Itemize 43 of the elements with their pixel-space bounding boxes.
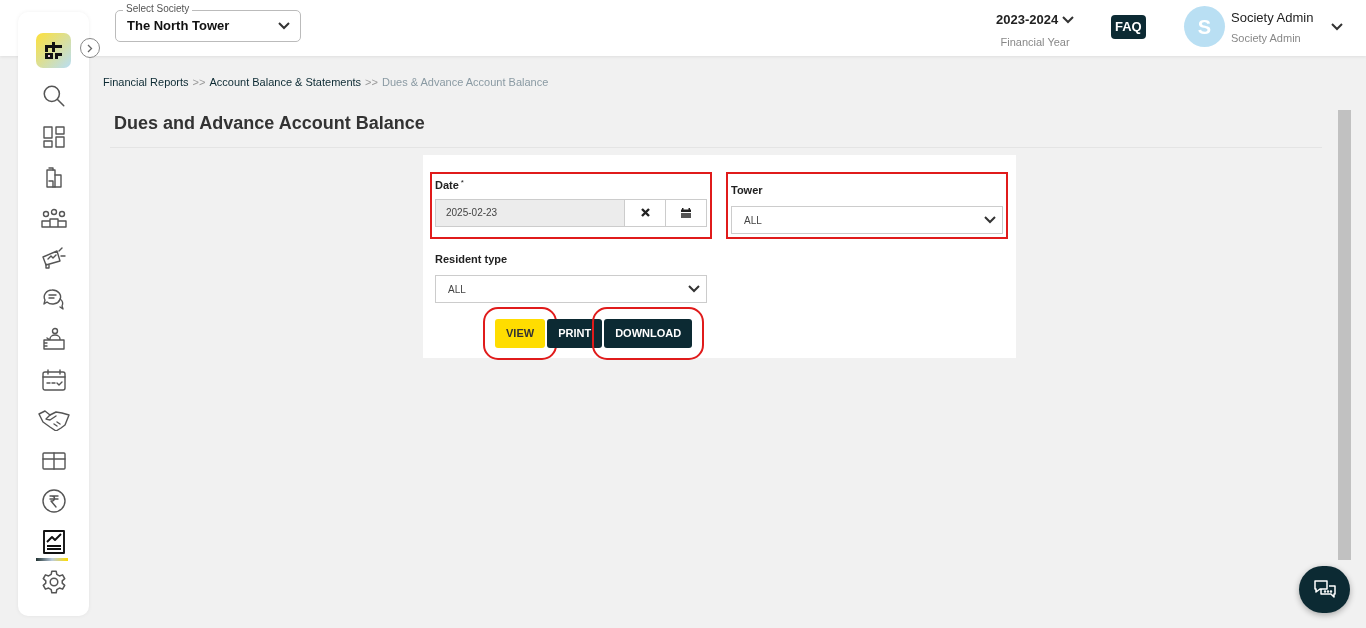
settings-icon[interactable] — [40, 569, 67, 596]
field-label: Tower — [731, 184, 763, 196]
people-icon[interactable] — [40, 207, 67, 228]
calendar-icon[interactable] — [41, 368, 66, 391]
gift-box-icon[interactable] — [41, 451, 66, 470]
print-button[interactable]: PRINT — [547, 319, 603, 348]
select-label: Select Society — [123, 4, 193, 14]
breadcrumb-separator: >> — [365, 76, 378, 88]
chevron-down-icon — [984, 216, 996, 224]
megaphone-icon[interactable] — [40, 246, 67, 271]
chat-support-button[interactable] — [1299, 566, 1350, 613]
user-role: Society Admin — [1231, 30, 1302, 46]
chat-icon — [1312, 578, 1337, 601]
breadcrumb-separator: >> — [192, 76, 206, 88]
handshake-icon[interactable] — [37, 409, 70, 432]
app-logo[interactable] — [36, 33, 71, 68]
chevron-down-icon — [1331, 23, 1343, 31]
dashboard-icon[interactable] — [42, 125, 65, 148]
active-indicator — [36, 558, 68, 561]
financial-year-select[interactable]: 2023-2024 — [996, 10, 1059, 30]
download-button[interactable]: DOWNLOAD — [604, 319, 693, 348]
breadcrumb-link[interactable]: Financial Reports — [103, 76, 189, 88]
logo-mark-icon — [45, 42, 62, 59]
tower-select[interactable]: ALL — [731, 206, 1003, 234]
report-chart-icon[interactable] — [42, 529, 65, 554]
page-title: Dues and Advance Account Balance — [114, 112, 425, 135]
reception-desk-icon[interactable] — [40, 327, 67, 352]
rupee-icon[interactable] — [40, 488, 67, 515]
chevron-down-icon — [278, 22, 290, 30]
breadcrumb-link[interactable]: Account Balance & Statements — [209, 76, 362, 88]
chevron-down-icon — [1062, 15, 1075, 24]
chevron-right-icon — [87, 43, 93, 53]
required-mark: * — [460, 177, 464, 189]
financial-year-caption: Financial Year — [1000, 34, 1070, 50]
field-label: Resident type — [435, 253, 508, 265]
chevron-down-icon — [688, 285, 700, 293]
faq-button[interactable]: FAQ — [1111, 15, 1146, 39]
view-button[interactable]: VIEW — [495, 319, 546, 348]
building-icon[interactable] — [44, 166, 63, 189]
user-name: Society Admin — [1231, 9, 1314, 27]
resident-type-select[interactable]: ALL — [435, 275, 707, 303]
field-label: Date — [435, 178, 459, 193]
chat-icon[interactable] — [41, 287, 66, 310]
